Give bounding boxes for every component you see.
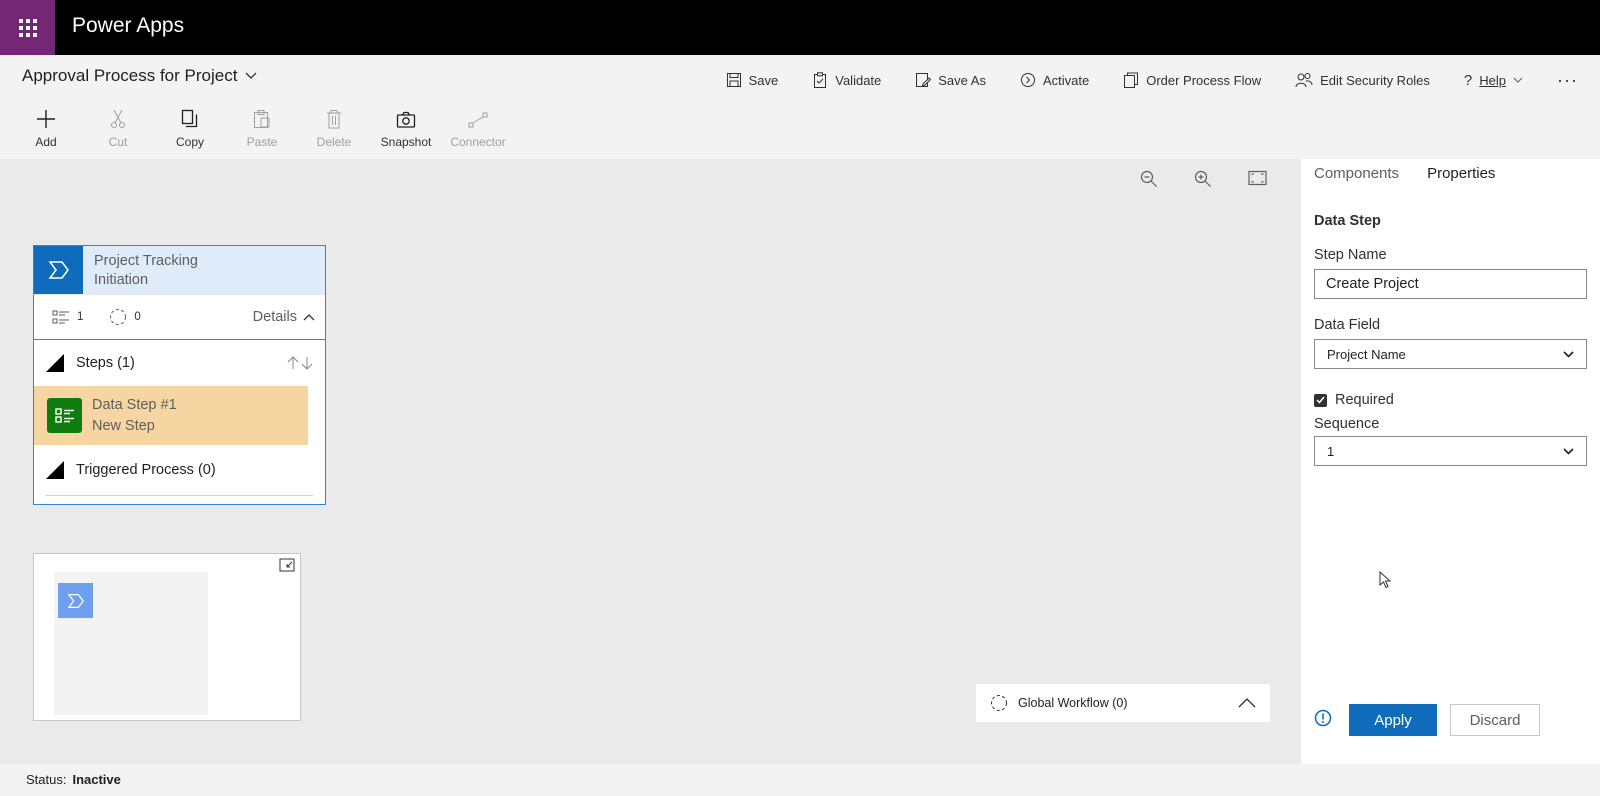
activate-icon bbox=[1020, 73, 1035, 87]
info-icon[interactable] bbox=[1314, 709, 1332, 727]
step-name-input[interactable]: Create Project bbox=[1314, 269, 1587, 299]
save-as-icon bbox=[916, 73, 932, 87]
edit-security-roles-button[interactable]: Edit Security Roles bbox=[1295, 72, 1430, 88]
chevron-down-icon bbox=[1563, 447, 1574, 455]
connector-icon bbox=[468, 112, 488, 128]
save-as-button[interactable]: Save As bbox=[915, 72, 986, 88]
workflow-dashed-icon bbox=[110, 309, 127, 325]
minimap-collapse-icon[interactable] bbox=[279, 558, 295, 572]
arrow-down-icon[interactable] bbox=[301, 356, 313, 370]
steps-list-icon bbox=[52, 310, 69, 324]
process-title: Approval Process for Project bbox=[22, 66, 238, 85]
step-name-label: Step Name bbox=[1314, 247, 1387, 263]
camera-icon bbox=[396, 111, 416, 128]
waffle-icon[interactable] bbox=[0, 0, 55, 55]
collapse-triangle-icon bbox=[46, 461, 64, 479]
arrow-up-icon[interactable] bbox=[287, 356, 299, 370]
save-button[interactable]: Save bbox=[726, 72, 778, 88]
order-process-flow-button[interactable]: Order Process Flow bbox=[1123, 72, 1261, 88]
panel-tabs: Components Properties bbox=[1314, 165, 1495, 186]
stage-title: Project Tracking Initiation bbox=[94, 253, 198, 288]
data-field-label: Data Field bbox=[1314, 317, 1381, 333]
paste-icon bbox=[254, 110, 270, 128]
chevron-down-icon bbox=[1513, 77, 1523, 83]
mouse-pointer-icon bbox=[1379, 571, 1391, 589]
required-checkbox[interactable]: Required bbox=[1314, 392, 1394, 408]
app-name[interactable]: Power Apps bbox=[72, 14, 184, 38]
fit-to-screen-icon[interactable] bbox=[1248, 170, 1267, 186]
divider bbox=[46, 495, 313, 496]
zoom-out-icon[interactable] bbox=[1140, 170, 1158, 188]
apply-button[interactable]: Apply bbox=[1349, 704, 1437, 736]
status-bar bbox=[0, 764, 1600, 796]
steps-section-header[interactable]: Steps (1) bbox=[34, 340, 325, 386]
help-button[interactable]: ? Help bbox=[1464, 72, 1523, 89]
delete-button[interactable]: Delete bbox=[298, 107, 370, 149]
paste-button[interactable]: Paste bbox=[226, 107, 298, 149]
minimap[interactable] bbox=[33, 553, 301, 721]
reorder-arrows bbox=[287, 356, 313, 370]
stage-meta: 1 0 Details bbox=[34, 295, 325, 340]
tab-components[interactable]: Components bbox=[1314, 165, 1399, 186]
help-icon: ? bbox=[1463, 71, 1473, 89]
properties-panel: Components Properties Data Step Step Nam… bbox=[1301, 159, 1600, 764]
checkbox-checked-icon bbox=[1314, 393, 1327, 407]
sequence-select[interactable]: 1 bbox=[1314, 436, 1587, 466]
global-workflow-bar[interactable]: Global Workflow (0) bbox=[976, 684, 1270, 722]
zoom-tools bbox=[1140, 170, 1267, 188]
plus-icon bbox=[37, 110, 55, 128]
chevron-down-icon bbox=[1563, 350, 1574, 358]
connector-button[interactable]: Connector bbox=[442, 107, 514, 149]
zoom-in-icon[interactable] bbox=[1194, 170, 1212, 188]
data-field-select[interactable]: Project Name bbox=[1314, 339, 1587, 369]
snapshot-button[interactable]: Snapshot bbox=[370, 107, 442, 149]
data-step-text: Data Step #1 New Step bbox=[92, 396, 177, 434]
stage-card[interactable]: Project Tracking Initiation 1 0 Details … bbox=[33, 245, 326, 505]
ribbon-toolbar: Add Cut Copy Paste Delete Snapshot Conne… bbox=[10, 107, 514, 149]
details-toggle[interactable]: Details bbox=[253, 309, 315, 325]
security-roles-icon bbox=[1295, 73, 1313, 88]
workflows-count: 0 bbox=[109, 308, 141, 326]
discard-button[interactable]: Discard bbox=[1450, 704, 1540, 736]
command-area: Approval Process for Project Save Valida… bbox=[0, 55, 1600, 159]
status-text: Status: Inactive bbox=[26, 772, 121, 787]
trash-icon bbox=[327, 110, 341, 129]
global-workflow-label: Global Workflow (0) bbox=[1018, 696, 1128, 710]
status-value: Inactive bbox=[72, 772, 121, 787]
scissors-icon bbox=[111, 109, 125, 128]
triggered-process-header[interactable]: Triggered Process (0) bbox=[34, 445, 325, 495]
order-flow-icon bbox=[1124, 72, 1139, 88]
more-options-icon[interactable]: ··· bbox=[1557, 70, 1578, 91]
save-icon bbox=[726, 73, 741, 87]
copy-button[interactable]: Copy bbox=[154, 107, 226, 149]
workflow-dashed-icon bbox=[991, 695, 1007, 711]
copy-icon bbox=[181, 109, 198, 128]
activate-button[interactable]: Activate bbox=[1020, 72, 1089, 88]
minimap-stage-icon bbox=[58, 583, 93, 618]
validate-icon bbox=[814, 72, 827, 88]
minimap-viewport[interactable] bbox=[54, 572, 208, 715]
collapse-triangle-icon bbox=[46, 354, 64, 372]
cut-button[interactable]: Cut bbox=[82, 107, 154, 149]
add-button[interactable]: Add bbox=[10, 107, 82, 149]
data-step-icon bbox=[47, 398, 82, 433]
sequence-label: Sequence bbox=[1314, 416, 1380, 432]
validate-button[interactable]: Validate bbox=[812, 72, 881, 88]
steps-count: 1 bbox=[52, 310, 83, 324]
stage-chevron-icon bbox=[34, 246, 83, 294]
tab-properties[interactable]: Properties bbox=[1427, 165, 1495, 186]
top-bar: Power Apps bbox=[0, 0, 1600, 55]
chevron-up-icon[interactable] bbox=[1238, 698, 1256, 708]
stage-header[interactable]: Project Tracking Initiation bbox=[34, 246, 325, 295]
top-actions: Save Validate Save As Activate Order Pro… bbox=[692, 65, 1578, 95]
section-title: Data Step bbox=[1314, 213, 1381, 229]
chevron-down-icon bbox=[245, 72, 257, 79]
data-step-card[interactable]: Data Step #1 New Step bbox=[34, 386, 308, 445]
process-title-dropdown[interactable]: Approval Process for Project bbox=[22, 66, 257, 86]
chevron-up-icon bbox=[303, 314, 315, 321]
